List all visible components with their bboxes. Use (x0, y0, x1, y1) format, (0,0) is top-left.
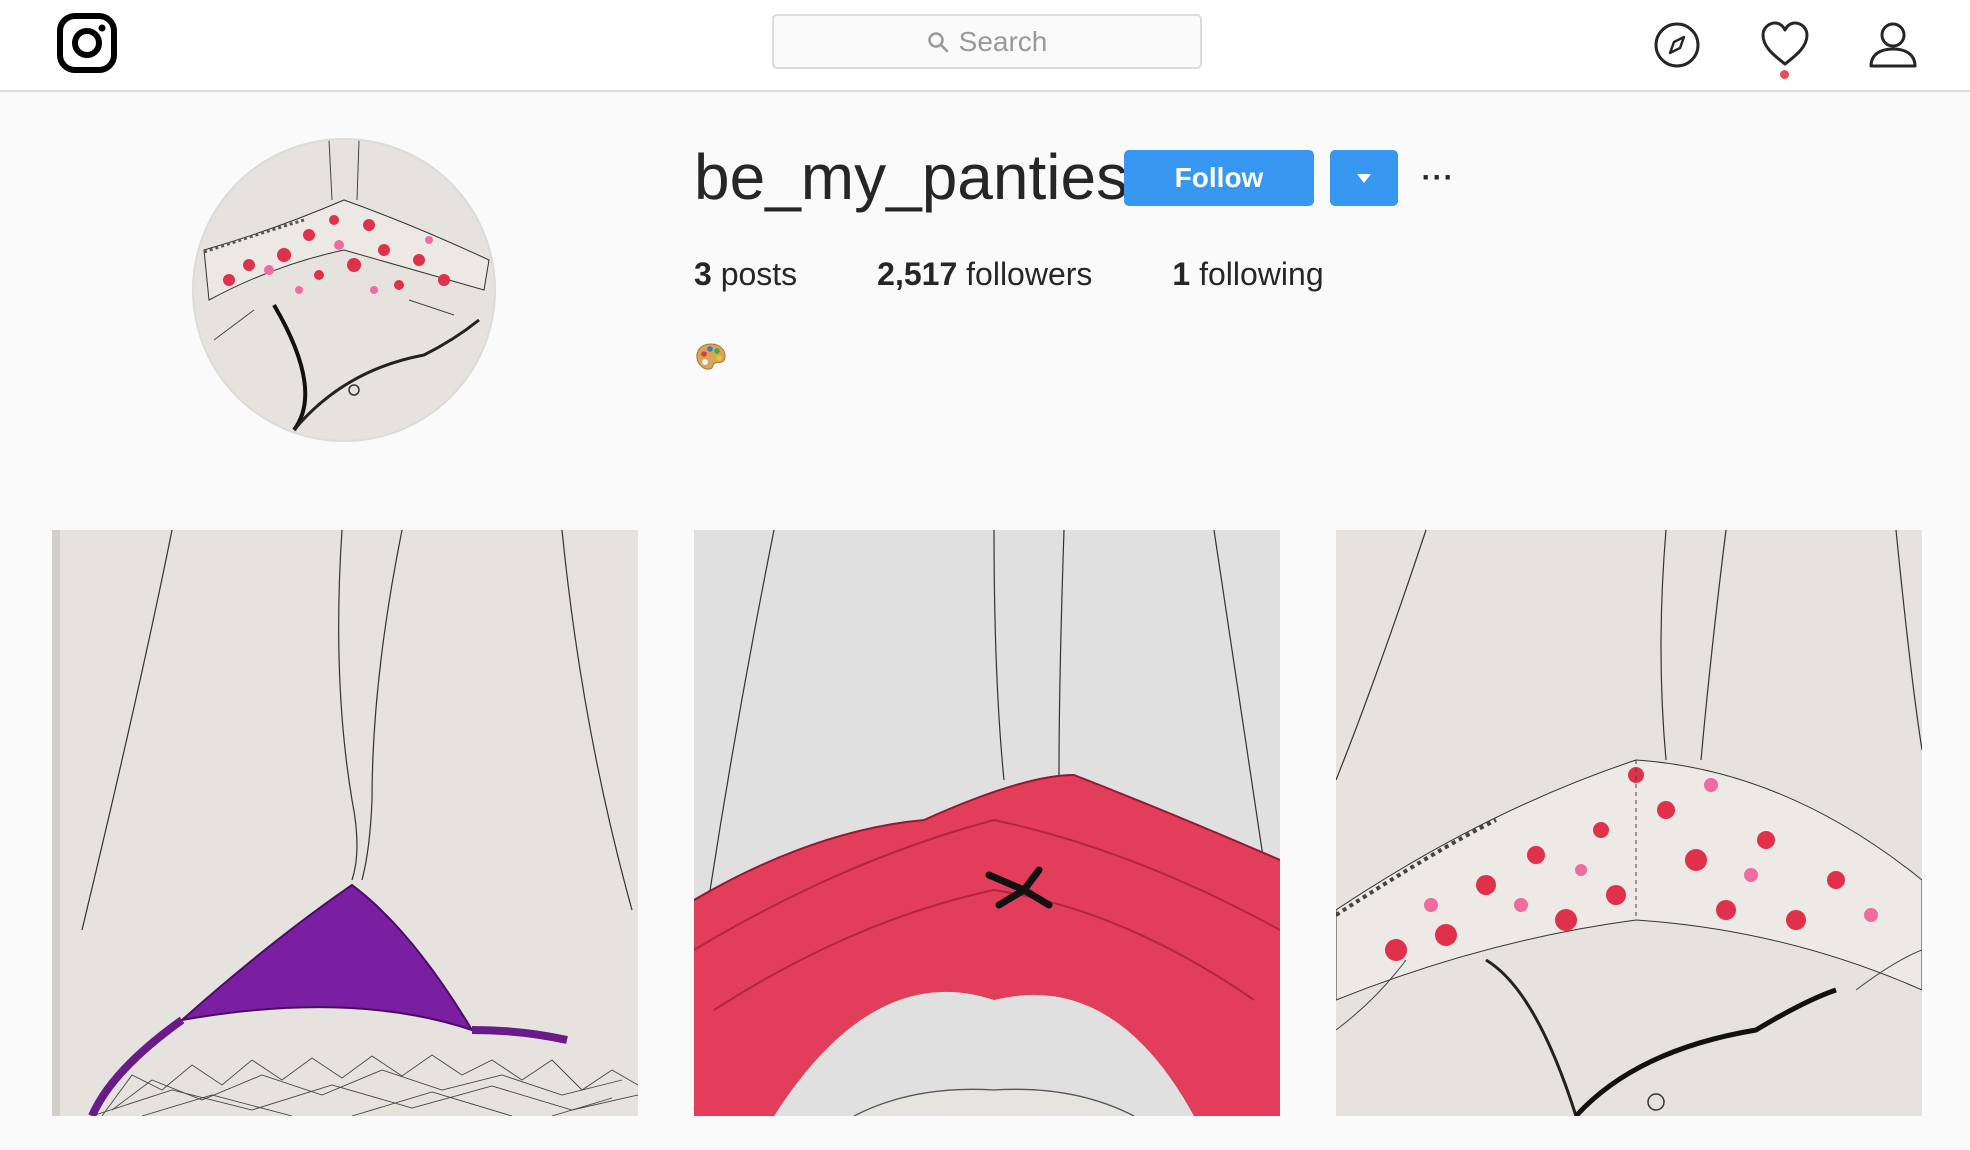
instagram-camera-icon[interactable] (56, 12, 118, 74)
red-lace-panties-drawing (694, 530, 1280, 1116)
following-label: following (1199, 256, 1324, 292)
heart-icon[interactable] (1760, 20, 1810, 70)
floral-panties-drawing (1336, 530, 1922, 1116)
posts-label: posts (720, 256, 798, 292)
post-thumbnail[interactable] (1336, 530, 1922, 1116)
following-count: 1 (1172, 256, 1191, 292)
search-icon (927, 31, 948, 52)
search-placeholder: Search (958, 25, 1048, 57)
person-icon[interactable] (1868, 20, 1918, 70)
profile-stats: 3 posts 2,517 followers 1 following (694, 256, 1404, 293)
post-thumbnail[interactable] (52, 530, 638, 1116)
posts-stat: 3 posts (694, 256, 797, 293)
notification-dot (1780, 70, 1789, 79)
suggestions-dropdown-button[interactable] (1330, 150, 1398, 206)
posts-count: 3 (694, 256, 712, 292)
followers-label: followers (966, 256, 1093, 292)
follow-button[interactable]: Follow (1124, 150, 1314, 206)
purple-panties-drawing (52, 530, 638, 1116)
post-thumbnail[interactable] (694, 530, 1280, 1116)
more-options-button[interactable]: ··· (1418, 160, 1458, 196)
followers-stat[interactable]: 2,517 followers (877, 256, 1092, 293)
caret-down-icon (1357, 174, 1371, 183)
following-stat[interactable]: 1 following (1172, 256, 1323, 293)
followers-count: 2,517 (877, 256, 958, 292)
compass-icon[interactable] (1652, 20, 1702, 70)
top-navigation-bar: Search (0, 0, 1970, 92)
profile-avatar[interactable] (192, 138, 496, 442)
profile-username: be_my_panties (694, 141, 1129, 213)
artist-palette-icon (694, 340, 728, 374)
search-input[interactable]: Search (772, 14, 1202, 69)
